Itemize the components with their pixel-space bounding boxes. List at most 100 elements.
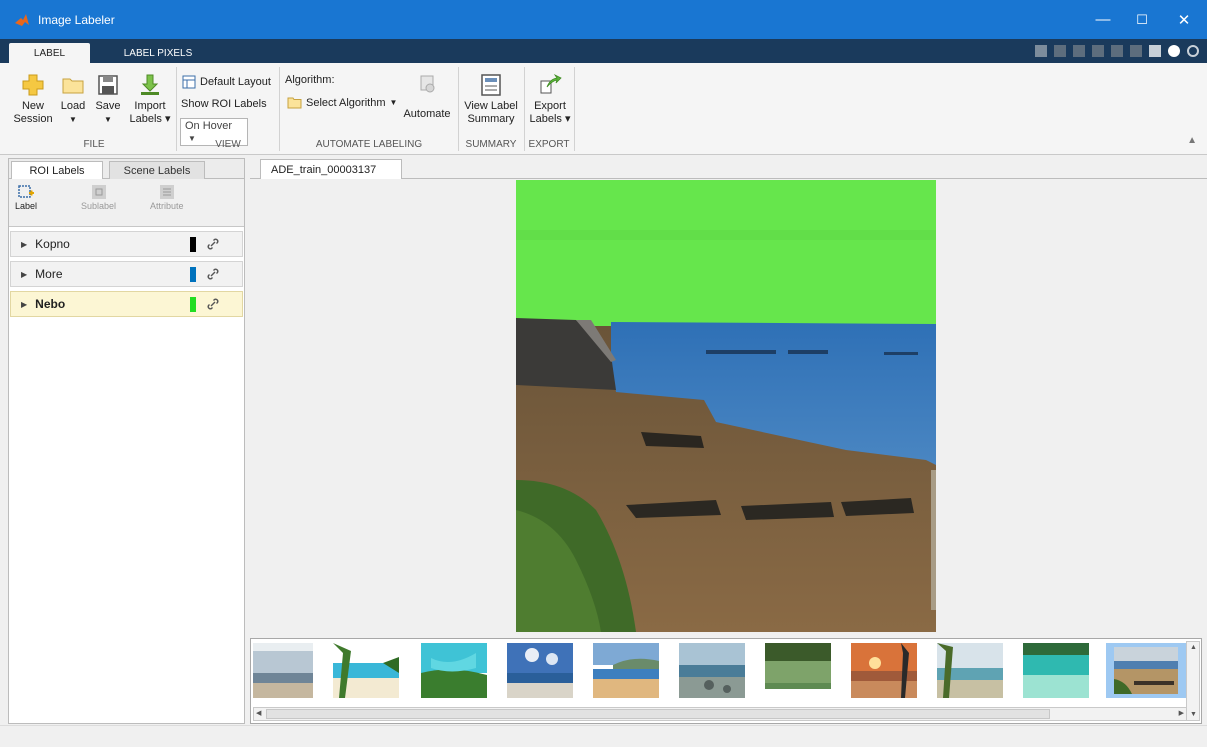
expand-caret-icon[interactable]: ▶	[21, 270, 27, 279]
filmstrip-thumbnail[interactable]	[333, 643, 399, 698]
paste-icon[interactable]	[1092, 45, 1104, 57]
matlab-logo-icon	[15, 13, 29, 26]
filmstrip-thumbnail[interactable]	[679, 643, 745, 698]
label-color-swatch	[190, 297, 196, 312]
tab-label[interactable]: LABEL	[9, 43, 90, 63]
copy-icon[interactable]	[1073, 45, 1085, 57]
filmstrip-thumbnail[interactable]	[851, 643, 917, 698]
import-labels-button[interactable]: Import Labels ▾	[128, 73, 172, 126]
view-label-summary-label-2: Summary	[467, 113, 515, 125]
filmstrip-thumbnail[interactable]	[507, 643, 573, 698]
save-icon[interactable]	[1035, 45, 1047, 57]
select-algorithm-label: Select Algorithm	[306, 96, 386, 109]
maximize-button[interactable]: ☐	[1119, 0, 1165, 39]
add-roi-label-icon	[18, 185, 35, 198]
scroll-down-icon[interactable]: ▼	[1190, 711, 1197, 718]
automate-button[interactable]: Automate	[400, 73, 454, 121]
floppy-disk-icon	[98, 75, 118, 95]
chevron-down-icon: ▼	[389, 98, 398, 107]
filmstrip-thumbnail[interactable]	[937, 643, 1003, 698]
import-label-1: Import	[134, 100, 166, 112]
automate-group-label: AUTOMATE LABELING	[315, 139, 423, 150]
image-tab-strip: ADE_train_00003137	[250, 158, 1207, 179]
ribbon-separator	[574, 67, 575, 151]
label-color-swatch	[190, 267, 196, 282]
load-arrow: ▼	[69, 115, 77, 124]
select-algorithm-button[interactable]: Select Algorithm ▼	[287, 96, 397, 109]
filmstrip-thumbnail-selected[interactable]	[1106, 643, 1186, 698]
cut-icon[interactable]	[1054, 45, 1066, 57]
export-labels-button[interactable]: Export Labels ▾	[528, 73, 572, 126]
scroll-left-icon[interactable]: ◀	[256, 709, 261, 717]
link-icon	[207, 238, 219, 250]
export-label-1: Export	[534, 100, 566, 112]
scrollbar-thumb[interactable]	[266, 709, 1050, 719]
load-button[interactable]: Load ▼	[58, 73, 88, 126]
ribbon-separator	[458, 67, 459, 151]
sublabel-icon	[91, 185, 106, 199]
help-icon[interactable]	[1168, 45, 1180, 57]
filmstrip-horizontal-scrollbar[interactable]: ◀ ▶	[253, 707, 1187, 721]
save-label: Save	[95, 100, 121, 112]
new-session-label-2: Session	[13, 113, 53, 125]
export-group-label: EXPORT	[528, 139, 570, 150]
label-row-more[interactable]: ▶ More	[10, 261, 243, 287]
sky-label-overlay	[516, 180, 936, 326]
filmstrip-vertical-scrollbar[interactable]: ▲ ▼	[1186, 641, 1200, 721]
tab-roi-labels[interactable]: ROI Labels	[11, 161, 103, 179]
automate-icon	[420, 75, 435, 93]
filmstrip-thumbnail[interactable]	[593, 643, 659, 698]
export-label-2: Labels ▾	[529, 113, 571, 125]
view-label-summary-label-1: View Label	[464, 100, 518, 112]
roi-display-value: On Hover	[185, 120, 233, 132]
label-name: Kopno	[35, 237, 70, 251]
new-session-button[interactable]: New Session	[13, 73, 53, 126]
ribbon: New Session Load ▼ Save ▼ Import Labels …	[0, 63, 1207, 155]
filmstrip-thumbnail[interactable]	[1023, 643, 1089, 698]
quick-access-toolbar	[1035, 42, 1199, 60]
view-label-summary-button[interactable]: View Label Summary	[462, 73, 520, 126]
import-arrow-icon	[141, 74, 159, 95]
title-bar: Image Labeler	[0, 0, 1207, 39]
add-sublabel-button[interactable]: Sublabel	[81, 183, 116, 211]
ribbon-separator	[176, 67, 177, 151]
scroll-up-icon[interactable]: ▲	[1190, 644, 1197, 651]
filmstrip-thumbnail[interactable]	[253, 643, 313, 698]
filmstrip-thumbnail[interactable]	[421, 643, 487, 698]
tab-label-pixels[interactable]: LABEL PIXELS	[108, 43, 208, 63]
export-arrow-icon	[540, 73, 562, 94]
add-attribute-button[interactable]: Attribute	[150, 183, 184, 211]
label-name: Nebo	[35, 297, 66, 311]
expand-caret-icon[interactable]: ▶	[21, 240, 27, 249]
ribbon-separator	[279, 67, 280, 151]
add-sublabel-text: Sublabel	[81, 201, 117, 211]
layout-icon[interactable]	[1149, 45, 1161, 57]
add-attribute-text: Attribute	[150, 201, 184, 211]
add-label-text: Label	[15, 201, 38, 211]
load-label: Load	[60, 100, 86, 112]
attribute-icon	[159, 185, 174, 199]
image-filmstrip: ◀ ▶ ▲ ▼	[250, 638, 1202, 724]
add-label-button[interactable]: Label	[15, 183, 37, 211]
scroll-right-icon[interactable]: ▶	[1179, 709, 1184, 717]
save-button[interactable]: Save ▼	[93, 73, 123, 126]
redo-icon[interactable]	[1130, 45, 1142, 57]
filmstrip-thumbnail[interactable]	[765, 643, 831, 698]
tab-image-file[interactable]: ADE_train_00003137	[260, 159, 402, 179]
labeled-image-canvas[interactable]	[516, 180, 936, 632]
layout-grid-icon	[182, 75, 196, 89]
label-row-nebo[interactable]: ▶ Nebo	[10, 291, 243, 317]
tab-scene-labels[interactable]: Scene Labels	[109, 161, 205, 179]
label-toolbar: Label Sublabel Attribute	[9, 179, 244, 227]
file-group-label: FILE	[83, 139, 105, 150]
collapse-ribbon-icon[interactable]: ▲	[1187, 135, 1197, 146]
close-button[interactable]: ✕	[1161, 0, 1207, 39]
default-layout-button[interactable]: Default Layout	[182, 75, 271, 89]
labels-panel: ROI Labels Scene Labels Label Sublabel A…	[8, 158, 245, 724]
expand-caret-icon[interactable]: ▶	[21, 300, 27, 309]
options-icon[interactable]	[1187, 45, 1199, 57]
labels-panel-tabs: ROI Labels Scene Labels	[9, 159, 244, 179]
label-row-kopno[interactable]: ▶ Kopno	[10, 231, 243, 257]
link-icon	[207, 268, 219, 280]
undo-icon[interactable]	[1111, 45, 1123, 57]
